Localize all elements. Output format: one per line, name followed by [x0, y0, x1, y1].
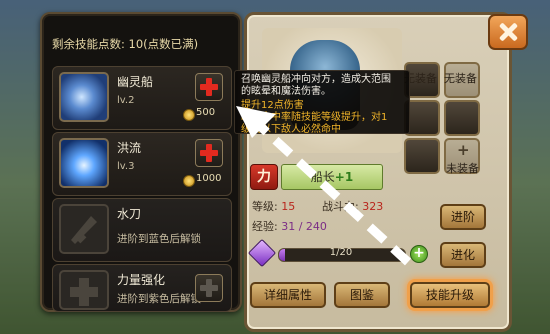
tutorial-arrow-icon [236, 106, 412, 266]
